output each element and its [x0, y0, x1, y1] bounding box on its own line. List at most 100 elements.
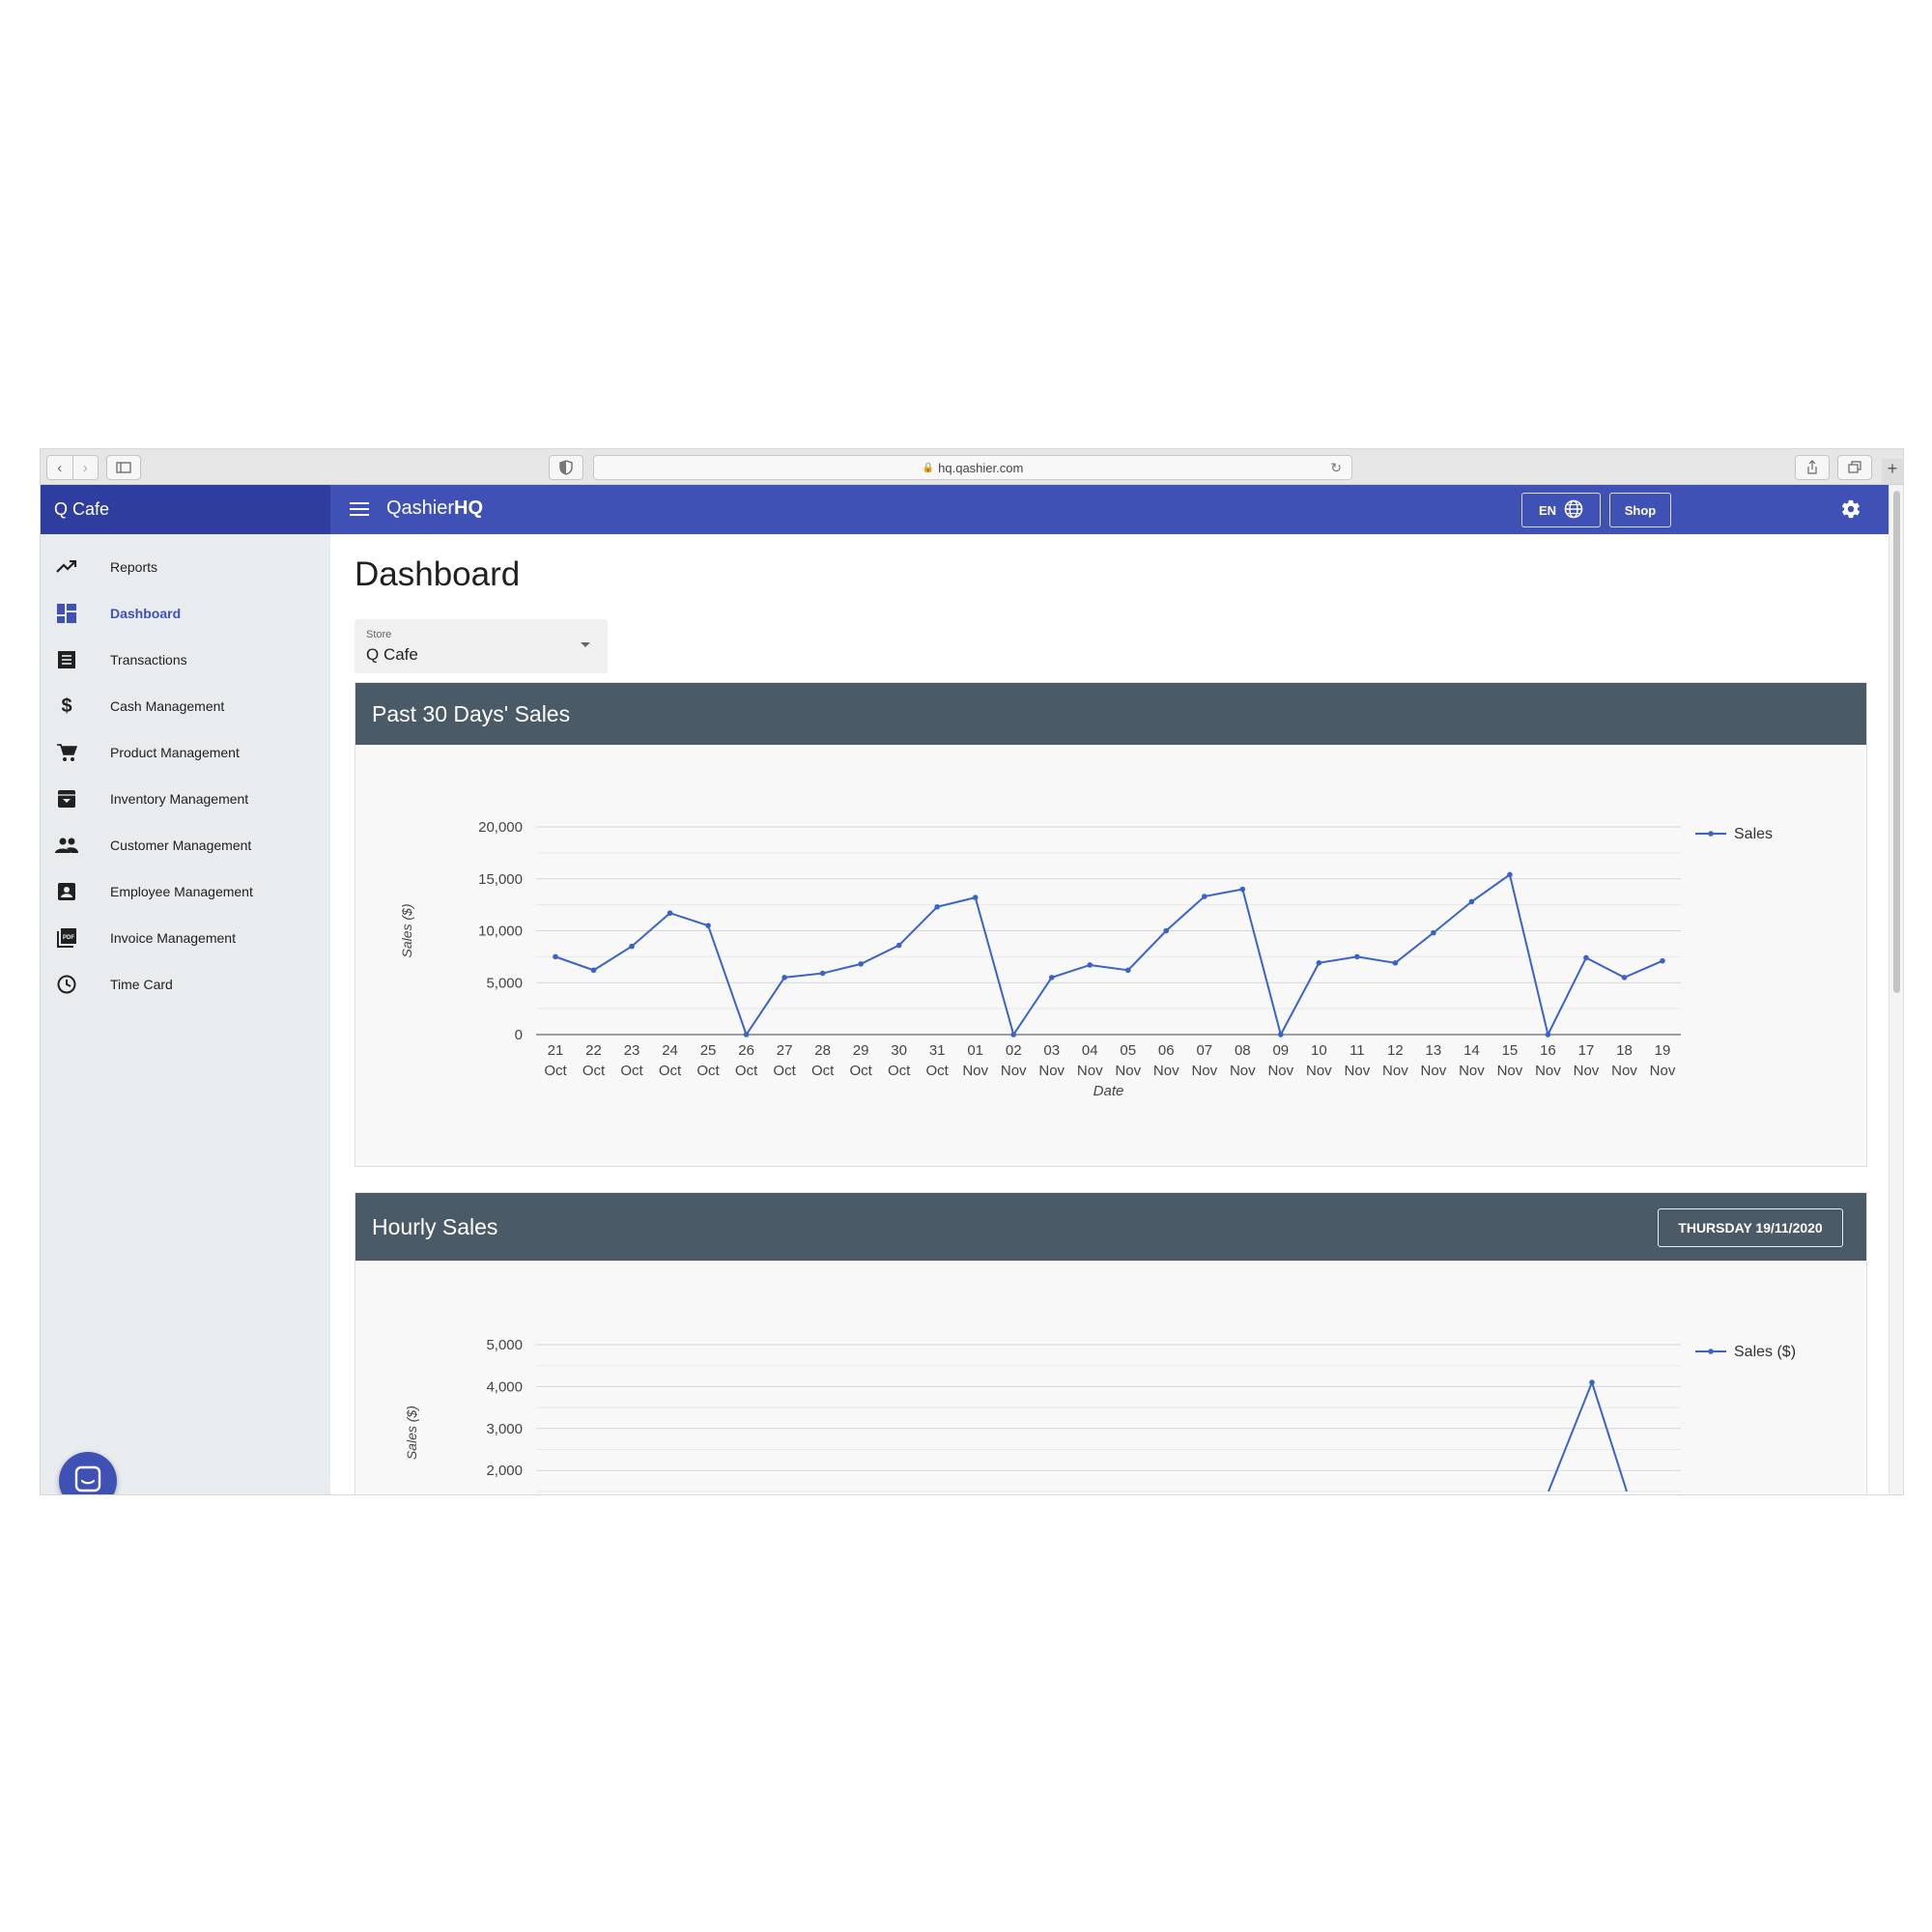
data-point [1316, 960, 1322, 966]
chat-launcher-button[interactable] [59, 1452, 117, 1494]
sidebar-item-invoice-management[interactable]: PDF Invoice Management [41, 915, 330, 961]
x-tick-label-day: 13 [1426, 1042, 1442, 1059]
privacy-shield-icon[interactable] [549, 455, 583, 480]
card-title: Hourly Sales [372, 1213, 498, 1239]
contact-icon [54, 883, 79, 900]
sidebar-item-inventory-management[interactable]: Inventory Management [41, 776, 330, 822]
sidebar-toggle-icon[interactable] [106, 455, 141, 480]
x-tick-label-day: 10 [1311, 1042, 1327, 1059]
x-tick-label-month: Nov [1535, 1063, 1561, 1079]
x-tick-label-day: 25 [700, 1042, 717, 1059]
x-tick-label-day: 12 [1387, 1042, 1404, 1059]
x-tick-label-day: 31 [929, 1042, 946, 1059]
sidebar-item-product-management[interactable]: Product Management [41, 729, 330, 776]
x-tick-label-month: Oct [696, 1063, 720, 1079]
data-point [934, 903, 940, 910]
x-tick-label-day: 26 [738, 1042, 754, 1059]
sidebar-item-reports[interactable]: Reports [41, 544, 330, 590]
page-scrollbar[interactable] [1889, 485, 1903, 1494]
sidebar-item-time-card[interactable]: Time Card [41, 961, 330, 1008]
data-point [743, 1032, 750, 1037]
brand-suffix: HQ [454, 497, 484, 519]
app-logo: QashierHQ [386, 497, 483, 520]
sidebar-item-cash-management[interactable]: $ Cash Management [41, 683, 330, 729]
y-tick-label: 10,000 [478, 923, 523, 940]
sales-series-line [554, 872, 1663, 1037]
lock-icon: 🔒 [922, 462, 935, 473]
x-tick-label-month: Oct [620, 1063, 643, 1079]
x-tick-label-month: Nov [1459, 1063, 1485, 1079]
browser-nav-buttons: ‹ › [46, 455, 99, 480]
menu-icon[interactable] [350, 501, 369, 522]
x-tick-label-day: 01 [967, 1042, 983, 1059]
dollar-icon: $ [61, 695, 72, 717]
reload-icon[interactable]: ↻ [1330, 460, 1342, 476]
shop-button[interactable]: Shop [1609, 493, 1671, 527]
x-tick-label-day: 16 [1540, 1042, 1556, 1059]
sidebar-item-employee-management[interactable]: Employee Management [41, 868, 330, 915]
sidebar-item-transactions[interactable]: Transactions [41, 637, 330, 683]
card-header: Hourly Sales THURSDAY 19/11/2020 [355, 1193, 1866, 1261]
data-point [1087, 962, 1094, 968]
data-point [781, 975, 787, 980]
address-bar[interactable]: 🔒 hq.qashier.com ↻ [593, 455, 1352, 480]
x-tick-label-month: Nov [1306, 1063, 1332, 1079]
data-point [667, 910, 673, 917]
card-header: Past 30 Days' Sales [355, 683, 1866, 745]
store-select[interactable]: Store Q Cafe [355, 619, 608, 673]
sidebar-item-label: Dashboard [110, 606, 182, 621]
legend-marker [1708, 831, 1714, 837]
dashboard-icon [54, 604, 79, 623]
x-tick-label-month: Oct [773, 1063, 796, 1079]
data-point [1163, 927, 1170, 934]
data-point [1124, 967, 1131, 974]
language-button[interactable]: EN [1521, 493, 1601, 527]
x-tick-label-month: Nov [1611, 1063, 1637, 1079]
x-tick-label-day: 02 [1006, 1042, 1022, 1059]
x-tick-label-day: 05 [1120, 1042, 1136, 1059]
date-picker-button[interactable]: THURSDAY 19/11/2020 [1658, 1208, 1843, 1247]
tabs-overview-icon[interactable] [1837, 455, 1872, 480]
sidebar-item-label: Inventory Management [110, 791, 249, 807]
y-tick-label: 3,000 [486, 1421, 523, 1437]
new-tab-icon[interactable]: + [1882, 459, 1903, 484]
x-tick-label-month: Oct [544, 1063, 567, 1079]
y-tick-label: 0 [515, 1027, 523, 1043]
main-content: Dashboard Store Q Cafe Past 30 Days' Sal… [330, 534, 1889, 1494]
x-tick-label-day: 04 [1082, 1042, 1098, 1059]
back-icon[interactable]: ‹ [47, 456, 72, 479]
x-tick-label-day: 21 [548, 1042, 564, 1059]
x-tick-label-month: Oct [888, 1063, 911, 1079]
data-point [972, 895, 979, 900]
x-tick-label-month: Nov [1267, 1063, 1293, 1079]
people-icon [54, 838, 79, 853]
sidebar-item-label: Time Card [110, 977, 173, 992]
x-tick-label-month: Nov [1650, 1063, 1676, 1079]
x-tick-label-month: Nov [1038, 1063, 1065, 1079]
scrollbar-thumb[interactable] [1893, 491, 1900, 993]
forward-icon[interactable]: › [71, 456, 99, 479]
sidebar-item-dashboard[interactable]: Dashboard [41, 590, 330, 637]
data-point [1239, 886, 1246, 893]
sidebar-store-name[interactable]: Q Cafe [41, 485, 330, 534]
x-tick-label-day: 06 [1158, 1042, 1175, 1059]
y-tick-label: 20,000 [478, 819, 523, 836]
x-tick-label-month: Oct [849, 1063, 872, 1079]
x-tick-label-month: Oct [926, 1063, 950, 1079]
y-tick-label: 15,000 [478, 871, 523, 888]
y-axis-title: Sales ($) [399, 903, 414, 957]
x-tick-label-month: Nov [1001, 1063, 1027, 1079]
x-axis-title: Date [1094, 1083, 1124, 1099]
share-icon[interactable] [1795, 455, 1830, 480]
x-tick-label-month: Nov [1230, 1063, 1256, 1079]
sidebar-item-customer-management[interactable]: Customer Management [41, 822, 330, 868]
settings-gear-icon[interactable] [1840, 498, 1861, 525]
x-tick-label-month: Nov [962, 1063, 988, 1079]
x-tick-label-day: 27 [777, 1042, 793, 1059]
sales-series-line [1548, 1379, 1628, 1492]
x-tick-label-day: 03 [1043, 1042, 1060, 1059]
clock-icon [54, 975, 79, 994]
data-point [1010, 1032, 1017, 1037]
app-header: QashierHQ EN Shop [330, 485, 1889, 534]
legend-marker [1708, 1349, 1714, 1354]
